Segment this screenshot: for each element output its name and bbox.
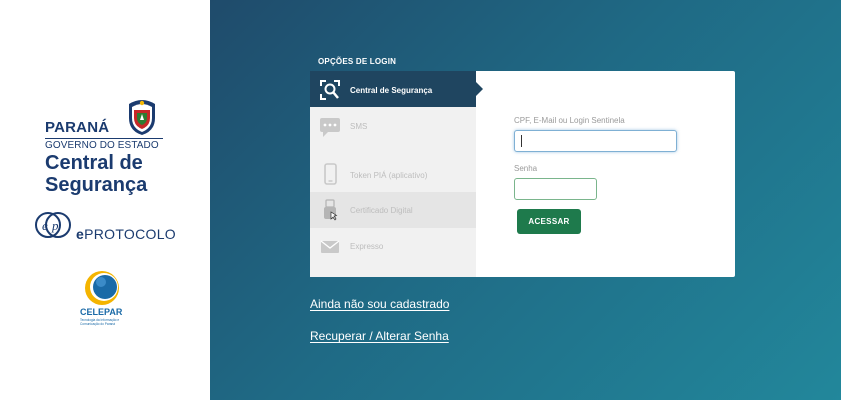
login-form: CPF, E-Mail ou Login Sentinela Senha ACE… (476, 71, 735, 277)
app-title-line1: Central de (45, 152, 143, 174)
login-options-menu: Central de Segurança SMS Token PIÁ (apli… (310, 71, 483, 277)
parana-wordmark: PARANÁ (45, 119, 110, 136)
submit-button[interactable]: ACESSAR (517, 209, 581, 234)
app-title: Central de Segurança (45, 152, 147, 196)
chat-bubble-icon (320, 118, 340, 137)
login-option-token-pia[interactable]: Token PIÁ (aplicativo) (310, 157, 476, 191)
login-option-central-seguranca[interactable]: Central de Segurança (310, 71, 483, 107)
recover-password-link[interactable]: Recuperar / Alterar Senha (310, 329, 449, 343)
usb-token-icon (324, 199, 338, 221)
security-scan-icon (320, 80, 340, 100)
smartphone-icon (324, 163, 337, 185)
login-option-expresso[interactable]: Expresso (310, 228, 476, 264)
login-option-label: Certificado Digital (350, 206, 413, 215)
login-option-label: Expresso (350, 242, 384, 251)
branding-panel: PARANÁ GOVERNO DO ESTADO Central de Segu… (0, 0, 210, 400)
parana-coat-of-arms-icon (129, 100, 155, 135)
text-cursor (521, 135, 522, 147)
celepar-logo: CELEPAR Tecnologia da Informação e Comun… (75, 270, 131, 330)
app-title-line2: Segurança (45, 174, 148, 196)
celepar-wordmark: CELEPAR (80, 307, 123, 317)
login-panel: OPÇÕES DE LOGIN Central de Segurança SMS… (210, 0, 841, 400)
login-option-certificado-digital[interactable]: Certificado Digital (310, 192, 476, 228)
password-field-label: Senha (514, 164, 538, 173)
user-field-label: CPF, E-Mail ou Login Sentinela (514, 116, 625, 125)
svg-text:e: e (42, 218, 48, 233)
eprotocolo-mark-icon: e p (35, 212, 71, 238)
login-card: Central de Segurança SMS Token PIÁ (apli… (310, 71, 735, 277)
celepar-tagline: Tecnologia da Informação e Comunicação d… (80, 318, 120, 326)
password-field[interactable] (514, 178, 597, 200)
login-option-label: Central de Segurança (350, 86, 433, 95)
login-options-title: OPÇÕES DE LOGIN (318, 57, 397, 66)
login-option-sms[interactable]: SMS (310, 107, 476, 143)
envelope-icon (320, 240, 340, 253)
user-field[interactable] (514, 130, 677, 152)
celepar-globe-icon (85, 271, 119, 305)
login-option-label: SMS (350, 122, 368, 131)
eprotocolo-wordmark: ePROTOCOLO (76, 226, 176, 242)
svg-text:p: p (51, 218, 59, 233)
login-option-label: Token PIÁ (aplicativo) (350, 171, 428, 180)
register-link[interactable]: Ainda não sou cadastrado (310, 297, 449, 311)
eprotocolo-logo: e p ePROTOCOLO (34, 209, 184, 243)
governo-do-estado-label: GOVERNO DO ESTADO (45, 138, 163, 151)
